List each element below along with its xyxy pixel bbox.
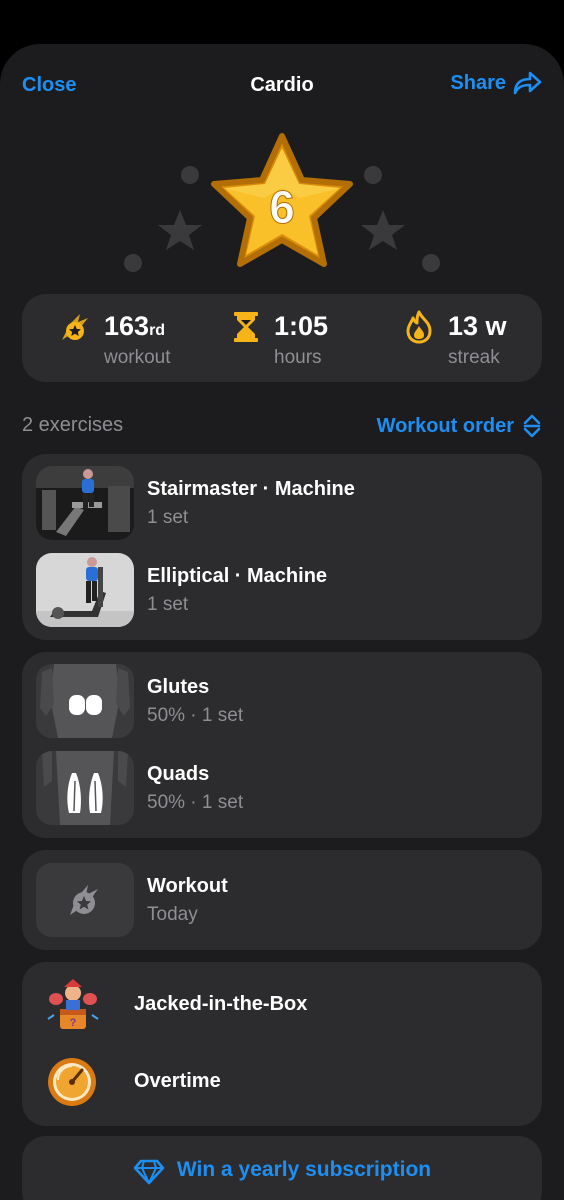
elliptical-thumbnail xyxy=(36,553,134,627)
achievement-title: Jacked-in-the-Box xyxy=(134,993,308,1015)
stat-streak-value: 13 w xyxy=(448,311,507,341)
muscle-detail: 50% · 1 set xyxy=(147,792,244,813)
achievement-hero: 6 xyxy=(0,128,564,288)
svg-text:?: ? xyxy=(70,1017,77,1029)
workout-row[interactable]: Workout Today xyxy=(36,863,528,937)
workout-title: Workout xyxy=(147,875,228,897)
muscle-name: Quads xyxy=(147,763,210,785)
stat-streak-label: streak xyxy=(448,347,500,368)
meteor-star-icon xyxy=(62,314,88,340)
stat-duration-value: 1:05 xyxy=(274,311,329,341)
nav-bar: Close Cardio Share xyxy=(0,44,564,128)
share-button[interactable]: Share xyxy=(450,70,542,96)
exercise-name: Stairmaster · Machine xyxy=(147,478,355,500)
achievement-row[interactable]: ? Jacked-in-the-Box xyxy=(44,977,524,1033)
achievements-card: ? Jacked-in-the-Box Overtime xyxy=(22,962,542,1126)
exercise-row[interactable]: Stairmaster · Machine 1 set xyxy=(36,466,528,540)
exercise-row[interactable]: Elliptical · Machine 1 set xyxy=(36,553,528,627)
exercise-name: Elliptical · Machine xyxy=(147,565,328,587)
stat-streak: 13 w streak xyxy=(372,294,542,382)
muscle-name: Glutes xyxy=(147,676,210,698)
achievement-title: Overtime xyxy=(134,1070,221,1092)
workout-date: Today xyxy=(147,904,198,925)
exercise-count: 2 exercises xyxy=(22,414,124,436)
stat-workout-count: 163rd workout xyxy=(22,294,202,382)
stat-workout-label: workout xyxy=(104,347,171,368)
workout-card[interactable]: Workout Today xyxy=(22,850,542,950)
share-label: Share xyxy=(450,71,506,94)
stats-card: 163rd workout 1:05 hours 13 w streak xyxy=(22,294,542,382)
sort-updown-icon xyxy=(523,414,541,438)
stat-duration: 1:05 hours xyxy=(202,294,372,382)
exercises-card: Stairmaster · Machine 1 set Elliptical ·… xyxy=(22,454,542,640)
jack-in-the-box-badge-icon: ? xyxy=(47,979,99,1029)
small-star-left-icon xyxy=(158,210,202,250)
workout-thumbnail xyxy=(36,863,134,937)
hourglass-icon xyxy=(234,312,258,342)
muscle-row[interactable]: Quads 50% · 1 set xyxy=(36,751,528,825)
glutes-muscle-icon xyxy=(36,664,134,738)
quads-muscle-icon xyxy=(36,751,134,825)
workout-order-button[interactable]: Workout order xyxy=(377,414,542,438)
stat-workout-value: 163rd xyxy=(104,311,166,341)
share-arrow-icon xyxy=(513,71,542,95)
workout-order-label: Workout order xyxy=(376,414,514,437)
small-star-right-icon xyxy=(361,210,405,250)
muscle-detail: 50% · 1 set xyxy=(147,705,244,726)
diamond-icon xyxy=(133,1159,165,1185)
win-subscription-label: Win a yearly subscription xyxy=(176,1158,432,1181)
exercises-header: 2 exercises Workout order xyxy=(22,414,542,444)
decorative-stars: 6 xyxy=(124,133,440,272)
flame-icon xyxy=(406,310,432,344)
stairmaster-thumbnail xyxy=(36,466,134,540)
exercise-sets: 1 set xyxy=(147,507,189,528)
win-subscription-button[interactable]: Win a yearly subscription xyxy=(22,1136,542,1200)
muscle-row[interactable]: Glutes 50% · 1 set xyxy=(36,664,528,738)
exercise-sets: 1 set xyxy=(147,594,189,615)
muscles-card: Glutes 50% · 1 set Quads 50% · 1 set xyxy=(22,652,542,838)
workout-summary-sheet: Close Cardio Share 6 163rd workout 1:05 … xyxy=(0,44,564,1200)
star-level-number: 6 xyxy=(269,181,295,233)
achievement-row[interactable]: Overtime xyxy=(44,1054,524,1110)
stopwatch-badge-icon xyxy=(48,1058,96,1106)
stat-duration-label: hours xyxy=(274,347,322,368)
stat-workout-suffix: rd xyxy=(149,322,166,339)
